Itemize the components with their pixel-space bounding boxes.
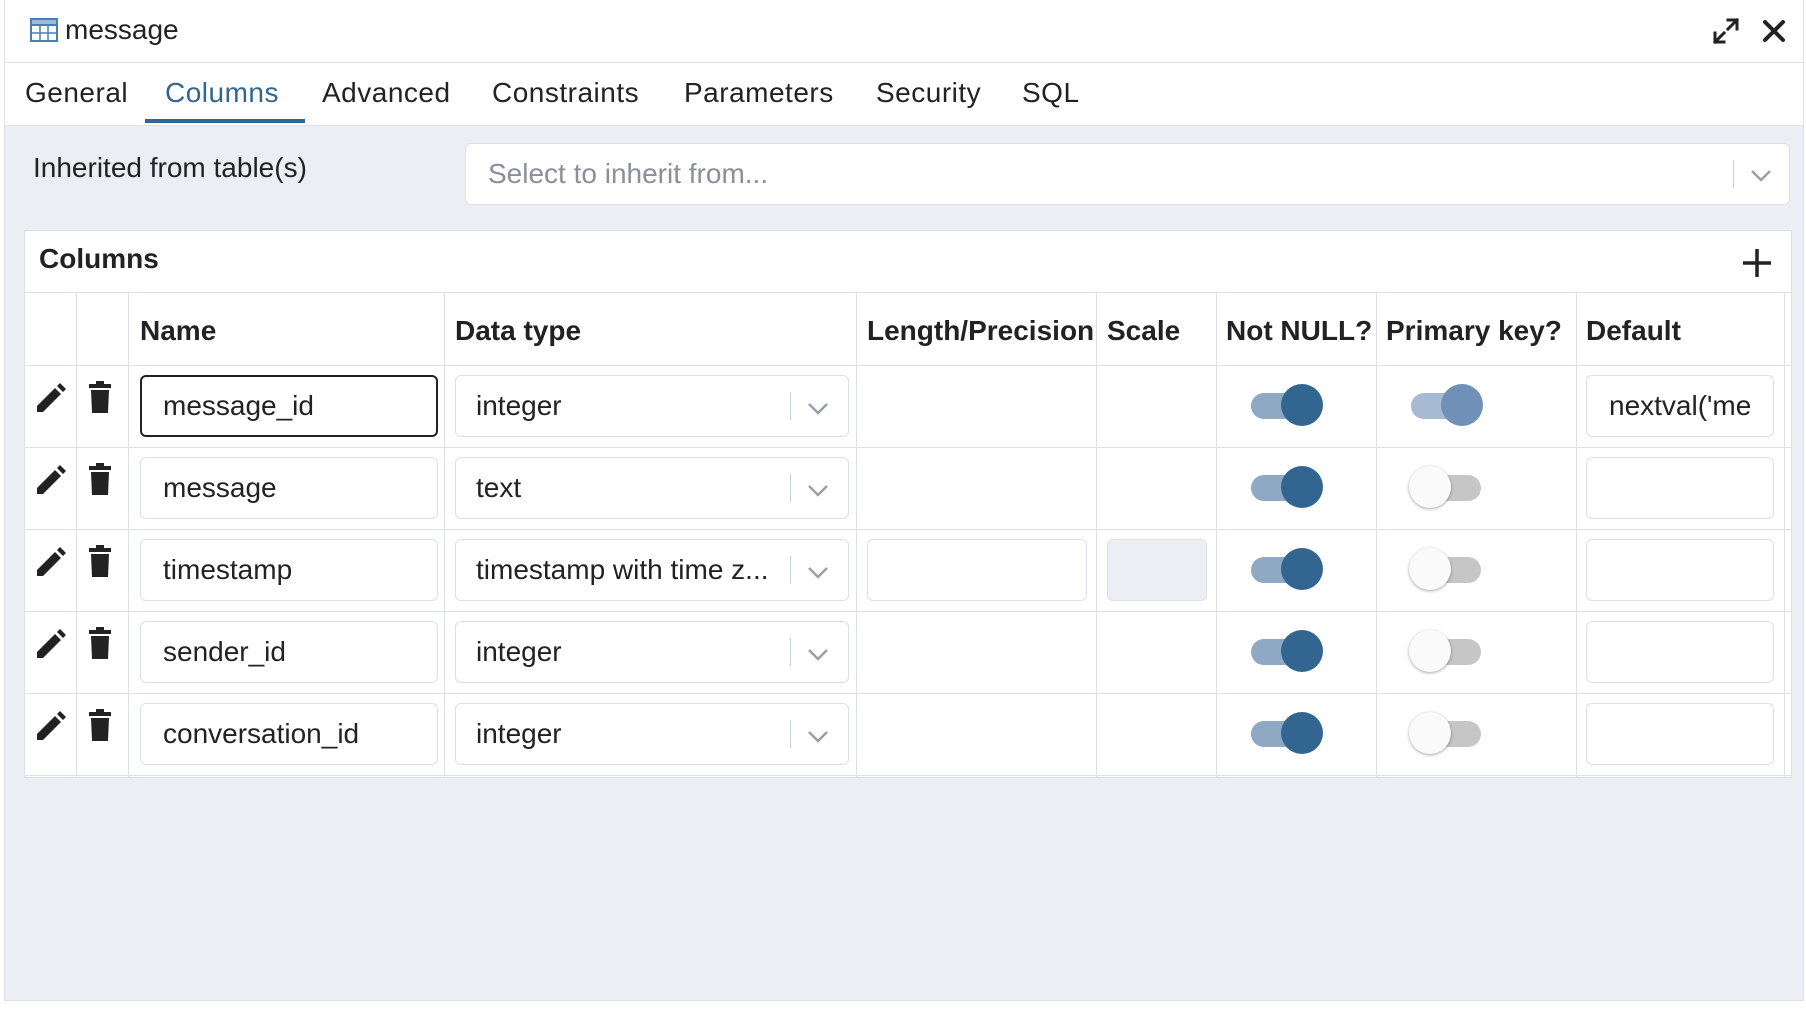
header-length-precision: Length/Precision bbox=[867, 315, 1095, 346]
grid-line bbox=[25, 775, 1791, 776]
chevron-down-icon[interactable] bbox=[1748, 162, 1774, 193]
chevron-down-icon bbox=[805, 394, 831, 430]
tab-security[interactable]: Security bbox=[876, 63, 981, 123]
table-row: message_id integer nextval('me bbox=[25, 366, 1791, 448]
chevron-down-icon bbox=[805, 558, 831, 594]
column-name-input[interactable]: sender_id bbox=[140, 621, 438, 683]
chevron-down-icon bbox=[805, 722, 831, 758]
tab-bar: General Columns Advanced Constraints Par… bbox=[5, 63, 1803, 126]
primary-key-toggle[interactable] bbox=[1409, 548, 1483, 592]
header-primary-key: Primary key? bbox=[1386, 315, 1562, 346]
scale-input[interactable] bbox=[1107, 539, 1207, 601]
data-type-value: integer bbox=[476, 636, 562, 667]
not-null-toggle[interactable] bbox=[1249, 384, 1323, 428]
header-name: Name bbox=[140, 315, 217, 346]
edit-icon[interactable] bbox=[33, 546, 67, 580]
table-dialog: message General Columns Advanced Constra… bbox=[4, 0, 1804, 1001]
select-separator bbox=[790, 474, 791, 502]
not-null-toggle[interactable] bbox=[1249, 630, 1323, 674]
data-type-select[interactable]: integer bbox=[455, 703, 849, 765]
inherit-placeholder: Select to inherit from... bbox=[488, 158, 769, 189]
default-input[interactable] bbox=[1586, 703, 1774, 765]
column-name-input[interactable]: message_id bbox=[140, 375, 438, 437]
inherit-label: Inherited from table(s) bbox=[33, 152, 307, 183]
edit-icon[interactable] bbox=[33, 464, 67, 498]
select-separator bbox=[790, 556, 791, 584]
column-name-input[interactable]: timestamp bbox=[140, 539, 438, 601]
tab-columns[interactable]: Columns bbox=[165, 63, 279, 123]
plus-icon bbox=[1743, 249, 1771, 277]
tab-advanced[interactable]: Advanced bbox=[322, 63, 451, 123]
edit-icon[interactable] bbox=[33, 628, 67, 662]
table-row: conversation_id integer bbox=[25, 694, 1791, 776]
column-name-input[interactable]: message bbox=[140, 457, 438, 519]
not-null-toggle[interactable] bbox=[1249, 548, 1323, 592]
add-column-button[interactable] bbox=[1739, 245, 1775, 281]
data-type-value: integer bbox=[476, 390, 562, 421]
chevron-down-icon bbox=[805, 640, 831, 676]
dialog-title: message bbox=[65, 14, 179, 45]
header-default: Default bbox=[1586, 315, 1681, 346]
trash-icon[interactable] bbox=[87, 380, 113, 414]
columns-panel-title: Columns bbox=[39, 243, 159, 274]
tab-parameters[interactable]: Parameters bbox=[684, 63, 834, 123]
primary-key-toggle[interactable] bbox=[1409, 630, 1483, 674]
trash-icon[interactable] bbox=[87, 708, 113, 742]
data-type-select[interactable]: text bbox=[455, 457, 849, 519]
data-type-select[interactable]: integer bbox=[455, 621, 849, 683]
header-not-null: Not NULL? bbox=[1226, 315, 1373, 346]
tab-sql[interactable]: SQL bbox=[1022, 63, 1080, 123]
title-bar: message bbox=[5, 0, 1803, 63]
length-precision-input[interactable] bbox=[867, 539, 1087, 601]
select-separator bbox=[790, 720, 791, 748]
not-null-toggle[interactable] bbox=[1249, 466, 1323, 510]
data-type-value: integer bbox=[476, 718, 562, 749]
not-null-toggle[interactable] bbox=[1249, 712, 1323, 756]
table-icon bbox=[30, 18, 58, 47]
default-input[interactable] bbox=[1586, 457, 1774, 519]
columns-panel: Columns Name Data type Length/Precision … bbox=[24, 230, 1792, 778]
data-type-select[interactable]: integer bbox=[455, 375, 849, 437]
select-separator bbox=[790, 392, 791, 420]
select-separator bbox=[1733, 160, 1734, 188]
maximize-icon[interactable] bbox=[1711, 16, 1741, 46]
panel-divider bbox=[25, 292, 1791, 293]
edit-icon[interactable] bbox=[33, 382, 67, 416]
close-icon[interactable] bbox=[1759, 16, 1789, 46]
tab-general[interactable]: General bbox=[25, 63, 128, 123]
inherit-select[interactable]: Select to inherit from... bbox=[465, 143, 1790, 205]
data-type-value: text bbox=[476, 472, 522, 503]
table-row: sender_id integer bbox=[25, 612, 1791, 694]
default-input[interactable] bbox=[1586, 621, 1774, 683]
default-input[interactable]: nextval('me bbox=[1586, 375, 1774, 437]
header-data-type: Data type bbox=[455, 315, 582, 346]
data-type-select[interactable]: timestamp with time z... bbox=[455, 539, 849, 601]
column-name-input[interactable]: conversation_id bbox=[140, 703, 438, 765]
primary-key-toggle[interactable] bbox=[1409, 712, 1483, 756]
tab-constraints[interactable]: Constraints bbox=[492, 63, 639, 123]
active-tab-indicator bbox=[145, 119, 305, 123]
table-row: message text bbox=[25, 448, 1791, 530]
trash-icon[interactable] bbox=[87, 626, 113, 660]
table-row: timestamp timestamp with time z... bbox=[25, 530, 1791, 612]
trash-icon[interactable] bbox=[87, 544, 113, 578]
default-input[interactable] bbox=[1586, 539, 1774, 601]
chevron-down-icon bbox=[805, 476, 831, 512]
trash-icon[interactable] bbox=[87, 462, 113, 496]
select-separator bbox=[790, 638, 791, 666]
edit-icon[interactable] bbox=[33, 710, 67, 744]
header-scale: Scale bbox=[1107, 315, 1181, 346]
primary-key-toggle[interactable] bbox=[1409, 384, 1483, 428]
data-type-value: timestamp with time z... bbox=[476, 554, 769, 585]
primary-key-toggle[interactable] bbox=[1409, 466, 1483, 510]
